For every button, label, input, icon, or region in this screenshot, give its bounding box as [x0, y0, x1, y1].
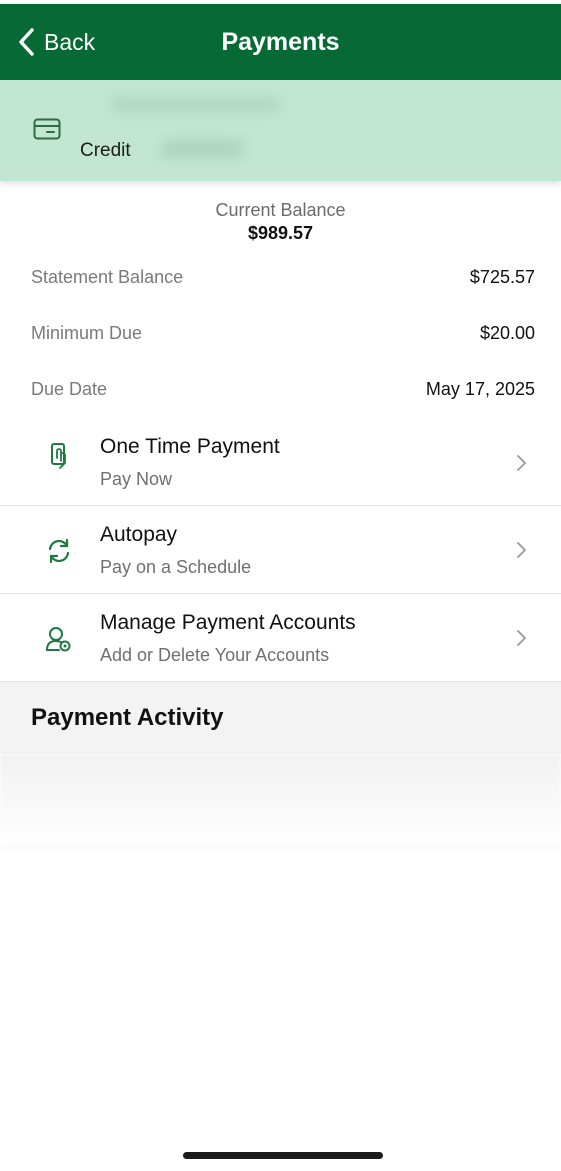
refresh-cycle-icon: [48, 538, 70, 564]
tap-payment-icon: [51, 443, 66, 469]
action-subtitle: Pay on a Schedule: [100, 557, 252, 577]
current-balance-label: Current Balance: [215, 200, 346, 220]
detail-label: Statement Balance: [31, 266, 184, 287]
detail-value: $725.57: [469, 266, 535, 287]
payment-actions-list: One Time Payment Pay Now Autopay Pay on …: [0, 425, 561, 682]
account-type-label: Credit: [80, 140, 131, 161]
action-subtitle: Add or Delete Your Accounts: [100, 645, 330, 665]
redacted-account-number: [160, 140, 245, 158]
current-balance-value: $989.57: [247, 223, 314, 243]
redacted-account-name: [110, 98, 280, 112]
chevron-right-icon: [517, 630, 526, 646]
credit-card-icon: [33, 118, 61, 140]
minimum-due-row: Minimum Due $20.00: [0, 305, 561, 361]
due-date-row: Due Date May 17, 2025: [0, 361, 561, 417]
autopay-item[interactable]: Autopay Pay on a Schedule: [0, 506, 561, 594]
manage-payment-accounts-item[interactable]: Manage Payment Accounts Add or Delete Yo…: [0, 594, 561, 682]
detail-value: $20.00: [479, 322, 535, 343]
account-selector[interactable]: Credit: [0, 80, 561, 181]
detail-value: May 17, 2025: [425, 378, 535, 399]
action-subtitle: Pay Now: [100, 469, 173, 489]
detail-label: Minimum Due: [31, 322, 143, 343]
chevron-right-icon: [517, 455, 526, 471]
redacted-activity-list: [0, 754, 561, 847]
home-indicator: [183, 1152, 383, 1159]
chevron-right-icon: [517, 542, 526, 558]
back-label: Back: [44, 28, 96, 55]
action-title: Manage Payment Accounts: [100, 611, 356, 634]
payments-screen: Back Payments Credit Current Balance $98…: [0, 0, 561, 1171]
section-title: Payment Activity: [31, 704, 224, 731]
payment-activity-header: Payment Activity: [0, 682, 561, 754]
one-time-payment-item[interactable]: One Time Payment Pay Now: [0, 425, 561, 506]
current-balance: Current Balance $989.57: [0, 181, 561, 249]
back-button[interactable]: Back: [16, 4, 95, 80]
detail-label: Due Date: [31, 378, 108, 399]
nav-bar: Back Payments: [0, 4, 561, 80]
chevron-left-icon: [19, 28, 34, 56]
statement-balance-row: Statement Balance $725.57: [0, 249, 561, 305]
user-settings-icon: [46, 627, 71, 652]
action-title: One Time Payment: [100, 435, 280, 458]
action-title: Autopay: [100, 523, 178, 546]
